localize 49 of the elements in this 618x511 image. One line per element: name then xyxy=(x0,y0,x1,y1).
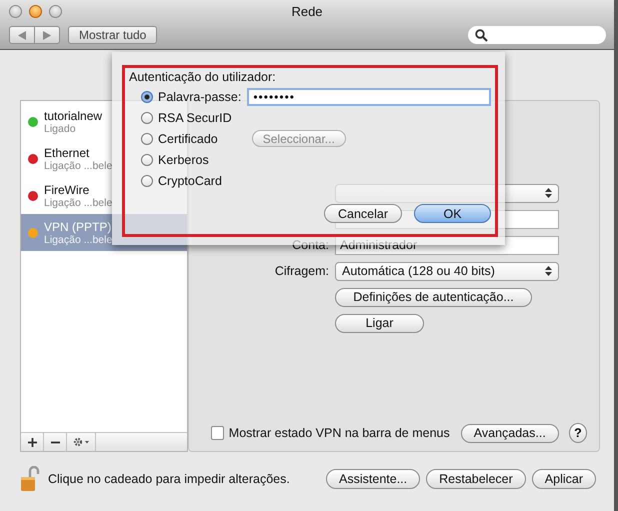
option-label: Certificado xyxy=(158,132,218,146)
encryption-popup[interactable]: Automática (128 ou 40 bits) xyxy=(335,262,559,280)
show-all-button[interactable]: Mostrar tudo xyxy=(68,26,158,44)
advanced-button[interactable]: Avançadas... xyxy=(460,424,559,442)
checkbox[interactable] xyxy=(211,426,224,440)
service-status: Ligação ...bele xyxy=(44,160,112,172)
option-label: CryptoCard xyxy=(158,174,222,188)
gear-icon xyxy=(72,437,90,447)
authentication-settings-button[interactable]: Definições de autenticação... xyxy=(335,288,532,306)
stepper-arrows-icon xyxy=(545,266,552,276)
minimize-button[interactable] xyxy=(29,4,42,18)
option-label: RSA SecurID xyxy=(158,110,232,124)
right-triangle-icon xyxy=(43,30,51,40)
option-label: Palavra-passe: xyxy=(158,90,242,104)
account-label: Conta: xyxy=(291,238,329,252)
connect-button[interactable]: Ligar xyxy=(335,314,424,332)
service-name: VPN (PPTP) xyxy=(44,220,112,234)
sheet-heading: Autenticação do utilizador: xyxy=(129,70,277,84)
zoom-button[interactable] xyxy=(49,4,62,18)
ok-button[interactable]: OK xyxy=(414,204,491,223)
radio-button[interactable] xyxy=(141,90,153,102)
open-padlock-icon xyxy=(20,466,42,492)
left-triangle-icon xyxy=(18,30,26,40)
radio-button[interactable] xyxy=(141,154,153,166)
assistant-button[interactable]: Assistente... xyxy=(326,469,420,489)
lock-hint: Clique no cadeado para impedir alterações. xyxy=(48,472,290,486)
service-name: tutorialnew xyxy=(44,108,102,122)
encryption-label: Cifragem: xyxy=(274,264,329,278)
radio-button[interactable] xyxy=(141,174,153,186)
radio-button[interactable] xyxy=(141,132,153,144)
password-field[interactable]: •••••••• xyxy=(247,88,491,106)
stepper-arrows-icon xyxy=(545,188,552,198)
service-status: Ligação ...bele xyxy=(44,234,112,246)
option-label: Kerberos xyxy=(158,152,209,166)
plus-icon xyxy=(28,438,36,446)
help-button[interactable]: ? xyxy=(568,423,587,443)
cancel-button[interactable]: Cancelar xyxy=(324,204,402,223)
search-icon xyxy=(475,28,488,42)
radio-button[interactable] xyxy=(141,112,153,124)
show-vpn-status-label: Mostrar estado VPN na barra de menus xyxy=(228,426,450,440)
service-status: Ligação ...bele xyxy=(44,196,112,208)
service-name: Ethernet xyxy=(44,146,90,160)
apply-button[interactable]: Aplicar xyxy=(532,469,596,489)
service-name: FireWire xyxy=(44,182,90,196)
window-title: Rede xyxy=(290,4,324,18)
service-status: Ligado xyxy=(44,122,77,134)
close-button[interactable] xyxy=(9,4,22,18)
search-field[interactable] xyxy=(468,26,606,44)
revert-button[interactable]: Restabelecer xyxy=(426,469,526,489)
